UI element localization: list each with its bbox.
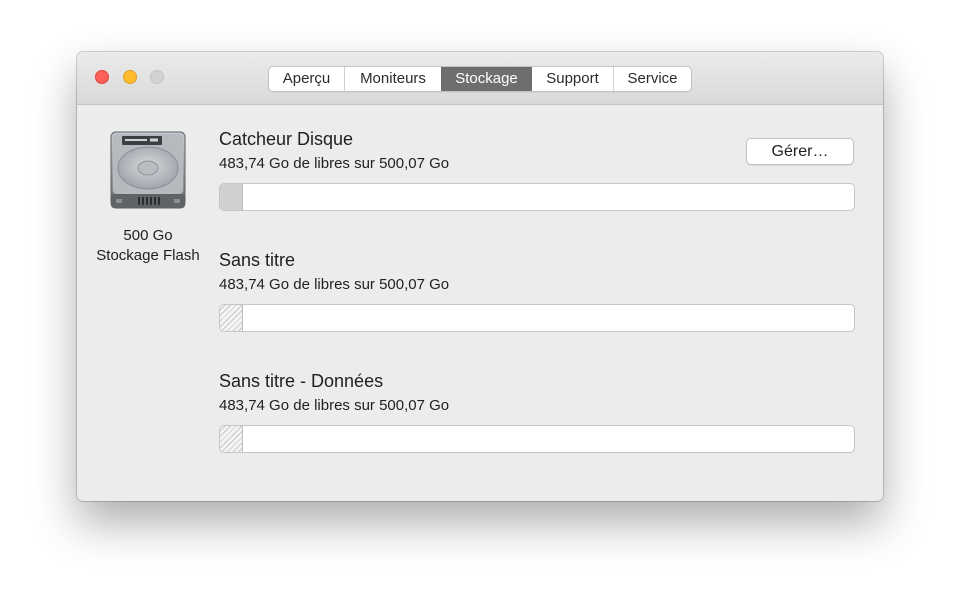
tab-moniteurs[interactable]: Moniteurs: [344, 67, 441, 91]
storage-bar: [219, 304, 855, 332]
storage-bar-used: [220, 305, 243, 331]
zoom-button[interactable]: [150, 70, 164, 84]
close-button[interactable]: [95, 70, 109, 84]
hard-drive-icon: [108, 130, 188, 212]
volume-free-space: 483,74 Go de libres sur 500,07 Go: [219, 276, 450, 293]
drive-capacity: 500 Go: [123, 227, 173, 244]
volume-name: Sans titre: [219, 250, 296, 270]
tab-support[interactable]: Support: [531, 67, 613, 91]
system-info-window: Aperçu Moniteurs Stockage Support Servic…: [77, 52, 883, 501]
tab-stockage[interactable]: Stockage: [441, 67, 531, 91]
drive-caption: 500 Go Stockage Flash: [87, 226, 209, 266]
drive-type: Stockage Flash: [96, 247, 200, 264]
title-bar: Aperçu Moniteurs Stockage Support Servic…: [77, 52, 883, 105]
storage-bar: [219, 425, 855, 453]
volume-free-space: 483,74 Go de libres sur 500,07 Go: [219, 397, 450, 414]
tab-service[interactable]: Service: [613, 67, 691, 91]
storage-bar: [219, 183, 855, 211]
manage-button[interactable]: Gérer…: [746, 138, 854, 165]
tab-apercu[interactable]: Aperçu: [269, 67, 344, 91]
volume-name: Catcheur Disque: [219, 129, 354, 149]
volume-name: Sans titre - Données: [219, 371, 384, 391]
tab-bar: Aperçu Moniteurs Stockage Support Servic…: [268, 66, 692, 92]
storage-bar-used: [220, 184, 243, 210]
storage-bar-used: [220, 426, 243, 452]
volume-free-space: 483,74 Go de libres sur 500,07 Go: [219, 155, 450, 172]
minimize-button[interactable]: [123, 70, 137, 84]
